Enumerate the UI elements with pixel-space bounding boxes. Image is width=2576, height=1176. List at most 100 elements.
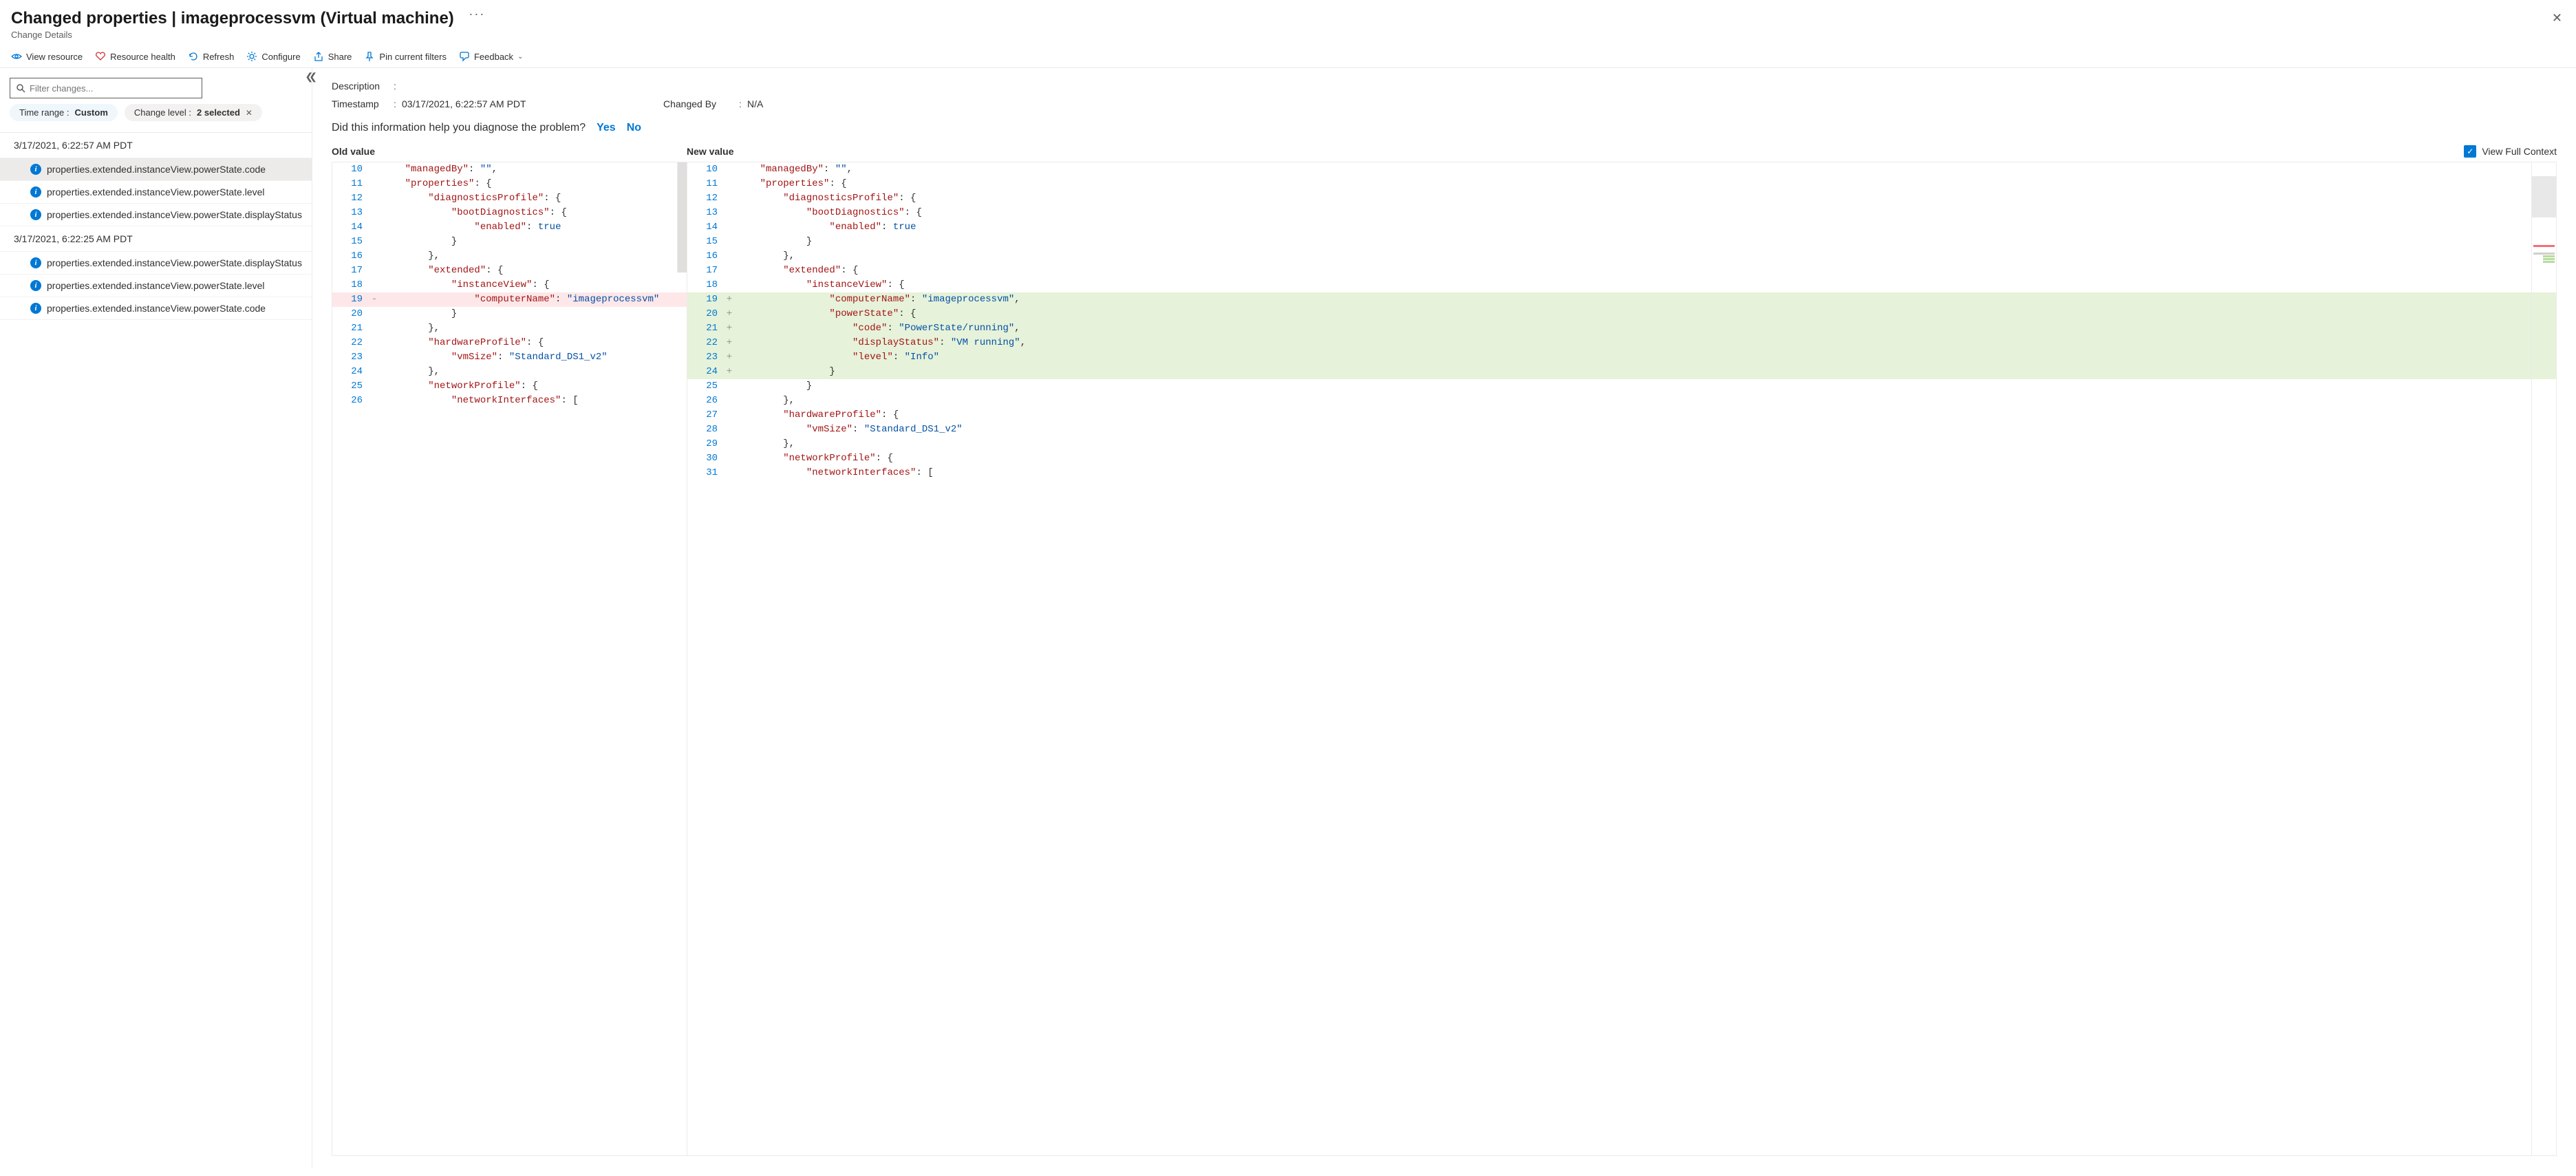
refresh-icon [188, 51, 199, 62]
change-path: properties.extended.instanceView.powerSt… [47, 257, 302, 268]
code-line: 20+ "powerState": { [687, 307, 2556, 321]
gear-icon [246, 51, 257, 62]
resource-health-label: Resource health [110, 52, 175, 62]
diagnose-no-link[interactable]: No [627, 122, 641, 134]
code-line: 17 "extended": { [687, 264, 2556, 278]
change-group-header: 3/17/2021, 6:22:25 AM PDT [0, 226, 312, 252]
view-full-context-toggle[interactable]: ✓ View Full Context [2464, 145, 2557, 158]
code-line: 29 }, [687, 437, 2556, 451]
code-line: 19- "computerName": "imageprocessvm" [332, 292, 687, 307]
code-line: 10 "managedBy": "", [332, 162, 687, 177]
diagnose-question: Did this information help you diagnose t… [332, 122, 586, 134]
code-line: 16 }, [687, 249, 2556, 264]
code-line: 25 "networkProfile": { [332, 379, 687, 394]
change-list-item[interactable]: i properties.extended.instanceView.powerS… [0, 297, 312, 320]
view-full-context-label: View Full Context [2482, 146, 2557, 157]
code-line: 12 "diagnosticsProfile": { [687, 191, 2556, 206]
diff-pane-new[interactable]: 10 "managedBy": "",11 "properties": {12 … [687, 162, 2557, 1156]
description-label: Description [332, 81, 394, 92]
code-line: 11 "properties": { [687, 177, 2556, 191]
collapse-sidebar-button[interactable]: ❮❮ [305, 71, 313, 83]
changedby-value: N/A [747, 98, 2557, 109]
code-line: 25 } [687, 379, 2556, 394]
code-line: 21+ "code": "PowerState/running", [687, 321, 2556, 336]
code-line: 13 "bootDiagnostics": { [687, 206, 2556, 220]
change-path: properties.extended.instanceView.powerSt… [47, 186, 265, 197]
code-line: 11 "properties": { [332, 177, 687, 191]
pill-time-label: Time range : [19, 107, 69, 118]
info-icon: i [30, 257, 41, 268]
feedback-button[interactable]: Feedback ⌄ [459, 51, 523, 62]
configure-label: Configure [261, 52, 300, 62]
minimap[interactable] [2531, 162, 2556, 1155]
change-list-item[interactable]: iproperties.extended.instanceView.powerS… [0, 181, 312, 204]
info-icon: i [30, 164, 41, 175]
share-label: Share [328, 52, 352, 62]
pill-clear-icon[interactable]: ✕ [246, 108, 253, 118]
code-line: 21 }, [332, 321, 687, 336]
timestamp-label: Timestamp [332, 98, 394, 109]
code-line: 13 "bootDiagnostics": { [332, 206, 687, 220]
change-list-item[interactable]: i properties.extended.instanceView.powerS… [0, 252, 312, 275]
pill-level-value: 2 selected [197, 107, 240, 118]
code-line: 26 "networkInterfaces": [ [332, 394, 687, 408]
changedby-label: Changed By [663, 98, 739, 109]
search-icon [16, 83, 25, 93]
pin-filters-label: Pin current filters [379, 52, 447, 62]
code-line: 31 "networkInterfaces": [ [687, 466, 2556, 480]
code-line: 16 }, [332, 249, 687, 264]
code-line: 14 "enabled": true [687, 220, 2556, 235]
sidebar: ❮❮ Time range : Custom Change level : 2 … [0, 68, 312, 1168]
filter-changes-input[interactable] [30, 83, 196, 94]
change-path: properties.extended.instanceView.powerSt… [47, 280, 265, 291]
info-icon: i [30, 303, 41, 314]
share-icon [313, 51, 324, 62]
code-line: 15 } [687, 235, 2556, 249]
pin-icon [364, 51, 375, 62]
pill-level-label: Change level : [134, 107, 191, 118]
view-resource-button[interactable]: View resource [11, 51, 83, 62]
change-list-item[interactable]: iproperties.extended.instanceView.powerS… [0, 158, 312, 181]
chevron-down-icon: ⌄ [517, 53, 523, 61]
new-value-header: New value [687, 146, 2464, 157]
filter-input-wrap[interactable] [10, 78, 202, 98]
feedback-icon [459, 51, 470, 62]
timestamp-value: 03/17/2021, 6:22:57 AM PDT [402, 98, 663, 109]
page-subtitle: Change Details [11, 30, 2565, 40]
configure-button[interactable]: Configure [246, 51, 300, 62]
pill-time-range[interactable]: Time range : Custom [10, 104, 118, 121]
more-icon[interactable]: ··· [469, 7, 485, 21]
refresh-label: Refresh [203, 52, 235, 62]
pill-change-level[interactable]: Change level : 2 selected ✕ [125, 104, 262, 121]
code-line: 30 "networkProfile": { [687, 451, 2556, 466]
change-path: properties.extended.instanceView.powerSt… [47, 303, 266, 314]
diagnose-yes-link[interactable]: Yes [597, 122, 616, 134]
info-icon: i [30, 280, 41, 291]
code-line: 10 "managedBy": "", [687, 162, 2556, 177]
change-group-header: 3/17/2021, 6:22:57 AM PDT [0, 133, 312, 158]
code-line: 24+ } [687, 365, 2556, 379]
code-line: 14 "enabled": true [332, 220, 687, 235]
checkbox-checked-icon: ✓ [2464, 145, 2476, 158]
share-button[interactable]: Share [313, 51, 352, 62]
pin-filters-button[interactable]: Pin current filters [364, 51, 447, 62]
code-line: 15 } [332, 235, 687, 249]
code-line: 22+ "displayStatus": "VM running", [687, 336, 2556, 350]
code-line: 12 "diagnosticsProfile": { [332, 191, 687, 206]
description-value [402, 81, 663, 92]
code-line: 19+ "computerName": "imageprocessvm", [687, 292, 2556, 307]
diff-pane-old[interactable]: 10 "managedBy": "",11 "properties": {12 … [332, 162, 687, 1156]
change-list-item[interactable]: i properties.extended.instanceView.powerS… [0, 275, 312, 297]
resource-health-button[interactable]: Resource health [95, 51, 175, 62]
code-line: 28 "vmSize": "Standard_DS1_v2" [687, 423, 2556, 437]
code-line: 26 }, [687, 394, 2556, 408]
view-resource-label: View resource [26, 52, 83, 62]
change-list-item[interactable]: iproperties.extended.instanceView.powerS… [0, 204, 312, 226]
change-path: properties.extended.instanceView.powerSt… [47, 209, 302, 220]
code-line: 17 "extended": { [332, 264, 687, 278]
scrollbar-thumb[interactable] [677, 162, 687, 272]
eye-icon [11, 51, 22, 62]
refresh-button[interactable]: Refresh [188, 51, 235, 62]
close-button[interactable]: ✕ [2549, 8, 2565, 28]
code-line: 27 "hardwareProfile": { [687, 408, 2556, 423]
